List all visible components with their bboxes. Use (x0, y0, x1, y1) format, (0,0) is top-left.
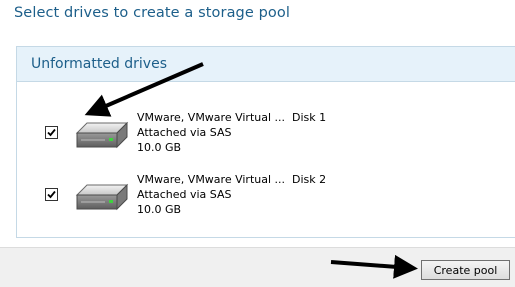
drive-disk-label: Disk 1 (292, 111, 327, 124)
footer-bar: Create pool (0, 247, 515, 287)
drive-row-disk-2[interactable]: VMware, VMware Virtual ... Disk 2 Attach… (17, 171, 515, 231)
hard-drive-icon (75, 183, 129, 211)
checkmark-icon (47, 128, 56, 137)
hard-drive-icon (75, 121, 129, 149)
drive-size: 10.0 GB (137, 203, 182, 216)
drive-size: 10.0 GB (137, 141, 182, 154)
drive-checkbox-disk-1[interactable] (45, 126, 58, 139)
drive-name: VMware, VMware Virtual ... (137, 111, 285, 124)
group-title: Unformatted drives (31, 56, 167, 72)
checkmark-icon (47, 190, 56, 199)
drive-row-disk-1[interactable]: VMware, VMware Virtual ... Disk 1 Attach… (17, 109, 515, 169)
drive-connection: Attached via SAS (137, 126, 232, 139)
drive-disk-label: Disk 2 (292, 173, 327, 186)
unformatted-drives-group: Unformatted drives VMware, VMware Virtua… (16, 46, 515, 238)
create-pool-button[interactable]: Create pool (421, 260, 510, 280)
drive-name: VMware, VMware Virtual ... (137, 173, 285, 186)
drive-connection: Attached via SAS (137, 188, 232, 201)
drive-checkbox-disk-2[interactable] (45, 188, 58, 201)
page-title: Select drives to create a storage pool (14, 5, 290, 21)
group-header: Unformatted drives (17, 47, 515, 82)
